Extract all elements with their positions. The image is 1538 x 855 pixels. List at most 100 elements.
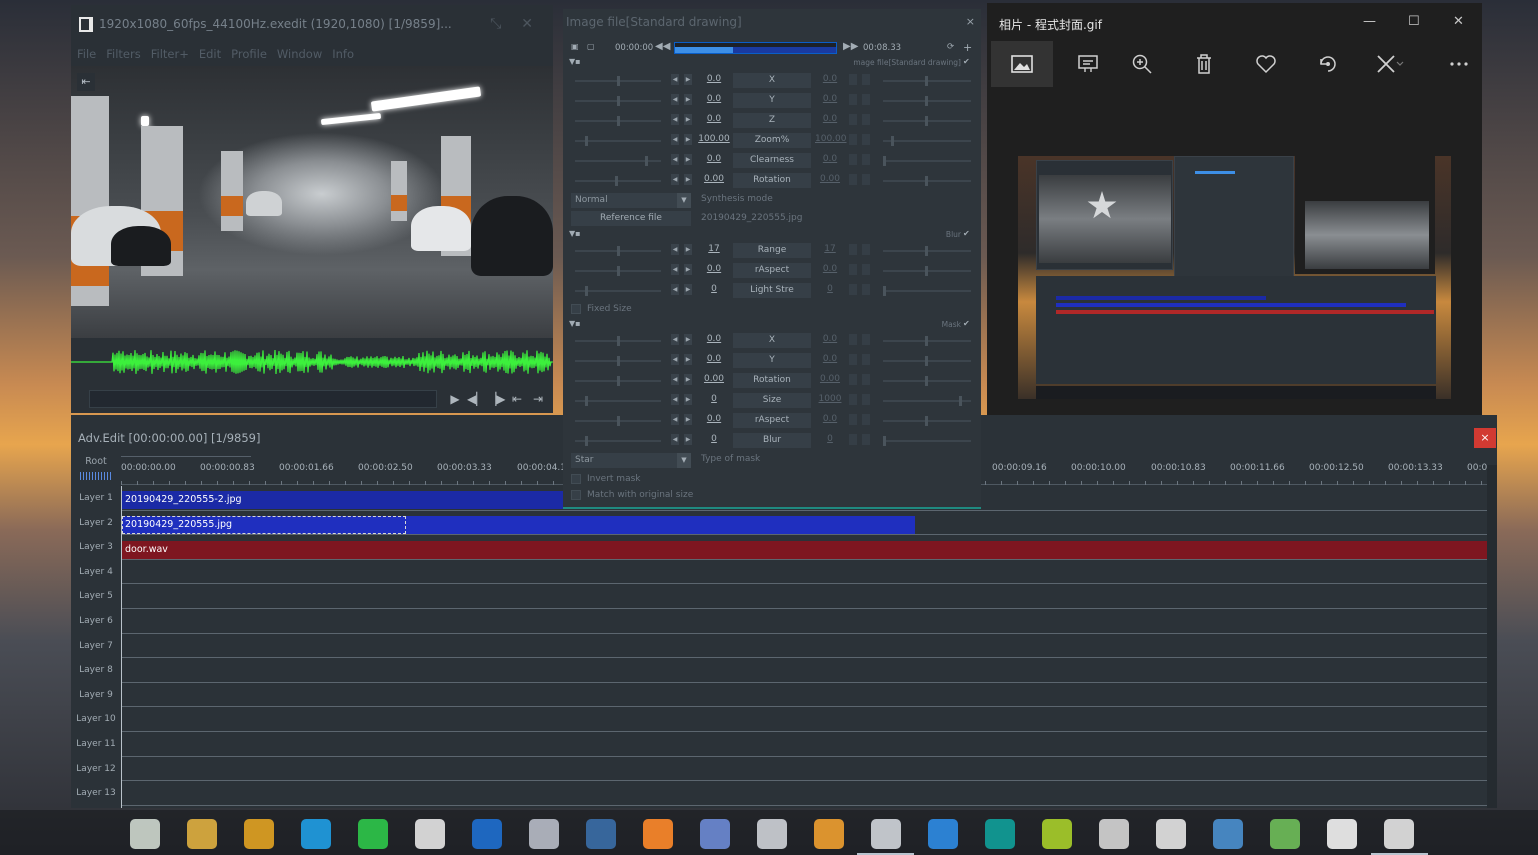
rewind-icon[interactable]: ◀◀ — [655, 41, 670, 52]
blender-icon[interactable] — [814, 819, 844, 849]
increase-arrow-icon[interactable]: ▶ — [684, 334, 692, 345]
track-slider-left[interactable] — [575, 416, 661, 426]
fixed-size-checkbox[interactable]: Fixed Size — [571, 302, 632, 316]
file-explorer-icon[interactable] — [187, 819, 217, 849]
track-slider-right[interactable] — [883, 136, 971, 146]
image-param-button[interactable]: X — [733, 73, 811, 88]
image-end-value[interactable]: 0.0 — [815, 154, 845, 164]
decrease-arrow-icon[interactable] — [849, 394, 857, 405]
play-icon[interactable]: ▶ — [446, 389, 464, 409]
image-end-value[interactable]: 0.00 — [815, 174, 845, 184]
decrease-arrow-icon[interactable]: ◀ — [671, 134, 679, 145]
go-end-icon[interactable]: ⇥ — [529, 389, 547, 409]
track-slider-right[interactable] — [883, 416, 971, 426]
seek-bar[interactable] — [89, 390, 437, 408]
reference-file-button[interactable]: Reference file — [571, 211, 691, 226]
layer-label[interactable]: Layer 7 — [71, 634, 121, 659]
increase-arrow-icon[interactable] — [862, 284, 870, 295]
layer-label[interactable]: Layer 13 — [71, 781, 121, 806]
image-end-value[interactable]: 100.00 — [815, 134, 847, 144]
increase-arrow-icon[interactable] — [862, 74, 870, 85]
layer-label[interactable]: Layer 9 — [71, 683, 121, 708]
increase-arrow-icon[interactable]: ▶ — [684, 94, 692, 105]
decrease-arrow-icon[interactable]: ◀ — [671, 334, 679, 345]
mask-param-button[interactable]: Y — [733, 353, 811, 368]
track-slider-right[interactable] — [883, 246, 971, 256]
checkbox-box[interactable] — [571, 490, 581, 500]
track-slider-left[interactable] — [575, 396, 661, 406]
decrease-arrow-icon[interactable]: ◀ — [671, 284, 679, 295]
menu-file[interactable]: File — [77, 47, 96, 61]
close-icon[interactable]: ✕ — [521, 16, 533, 32]
decrease-arrow-icon[interactable]: ◀ — [671, 354, 679, 365]
image-end-value[interactable]: 0.0 — [815, 114, 845, 124]
decrease-arrow-icon[interactable] — [849, 94, 857, 105]
layer-label[interactable]: Layer 4 — [71, 560, 121, 585]
decrease-arrow-icon[interactable] — [849, 374, 857, 385]
increase-arrow-icon[interactable]: ▶ — [684, 284, 692, 295]
3d-builder-icon[interactable] — [757, 819, 787, 849]
layer-label[interactable]: Layer 5 — [71, 584, 121, 609]
increase-arrow-icon[interactable] — [862, 244, 870, 255]
delete-icon[interactable] — [1173, 41, 1235, 87]
decrease-arrow-icon[interactable] — [849, 354, 857, 365]
decrease-arrow-icon[interactable] — [849, 74, 857, 85]
close-icon[interactable]: × — [966, 15, 975, 28]
zoom-icon[interactable] — [1111, 41, 1173, 87]
layer-label[interactable]: Layer 3 — [71, 535, 121, 560]
close-button[interactable]: × — [1474, 428, 1496, 448]
headphones-app-icon[interactable] — [928, 819, 958, 849]
blur-param-button[interactable]: Light Stre — [733, 283, 811, 298]
layer-label[interactable]: Layer 12 — [71, 757, 121, 782]
mask-end-value[interactable]: 0 — [815, 434, 845, 444]
blur-end-value[interactable]: 0 — [815, 284, 845, 294]
track-slider-right[interactable] — [883, 116, 971, 126]
mask-start-value[interactable]: 0.0 — [697, 334, 731, 344]
mask-start-value[interactable]: 0 — [697, 394, 731, 404]
blur-param-button[interactable]: Range — [733, 243, 811, 258]
collapse-triangle-icon[interactable]: ▼▪ — [569, 319, 581, 328]
image-start-value[interactable]: 0.0 — [697, 94, 731, 104]
decrease-arrow-icon[interactable] — [849, 114, 857, 125]
droplet-app-icon[interactable] — [985, 819, 1015, 849]
increase-arrow-icon[interactable]: ▶ — [684, 114, 692, 125]
decrease-arrow-icon[interactable]: ◀ — [671, 244, 679, 255]
match-size-checkbox[interactable]: Match with original size — [571, 488, 693, 502]
chrome-icon[interactable] — [244, 819, 274, 849]
increase-arrow-icon[interactable]: ▶ — [684, 414, 692, 425]
increase-arrow-icon[interactable] — [862, 94, 870, 105]
decrease-arrow-icon[interactable] — [849, 174, 857, 185]
increase-arrow-icon[interactable]: ▶ — [684, 244, 692, 255]
menu-edit[interactable]: Edit — [199, 47, 221, 61]
panel-toggle-icon[interactable]: ⇤ — [77, 73, 95, 91]
image-start-value[interactable]: 0.0 — [697, 74, 731, 84]
add-filter-icon[interactable]: + — [963, 41, 972, 54]
track-slider-right[interactable] — [883, 356, 971, 366]
steam-icon[interactable] — [472, 819, 502, 849]
track-slider-left[interactable] — [575, 436, 661, 446]
menu-filters[interactable]: Filters — [106, 47, 140, 61]
blur-start-value[interactable]: 0 — [697, 284, 731, 294]
mask-end-value[interactable]: 0.0 — [815, 334, 845, 344]
slideshow-icon[interactable] — [1057, 41, 1119, 87]
track-area[interactable]: 20190429_220555-2.jpg 20190429_220555.jpg… — [121, 486, 1487, 808]
decrease-arrow-icon[interactable]: ◀ — [671, 74, 679, 85]
mask-type-dropdown[interactable]: Star ▼ — [571, 453, 691, 468]
mask-start-value[interactable]: 0.0 — [697, 414, 731, 424]
increase-arrow-icon[interactable] — [862, 414, 870, 425]
blend-mode-dropdown[interactable]: Normal ▼ — [571, 193, 691, 208]
track-slider-left[interactable] — [575, 266, 661, 276]
increase-arrow-icon[interactable]: ▶ — [684, 394, 692, 405]
photos-icon[interactable] — [1384, 819, 1414, 849]
track-slider-left[interactable] — [575, 116, 661, 126]
track-slider-right[interactable] — [883, 286, 971, 296]
track-slider-right[interactable] — [883, 76, 971, 86]
increase-arrow-icon[interactable]: ▶ — [684, 74, 692, 85]
mask-enable-check-icon[interactable]: ✔ — [963, 319, 973, 329]
mask-param-button[interactable]: Blur — [733, 433, 811, 448]
track-slider-right[interactable] — [883, 96, 971, 106]
decrease-arrow-icon[interactable] — [849, 134, 857, 145]
increase-arrow-icon[interactable] — [862, 174, 870, 185]
timeline-clip[interactable]: door.wav — [121, 541, 1487, 559]
invert-mask-checkbox[interactable]: Invert mask — [571, 472, 641, 486]
